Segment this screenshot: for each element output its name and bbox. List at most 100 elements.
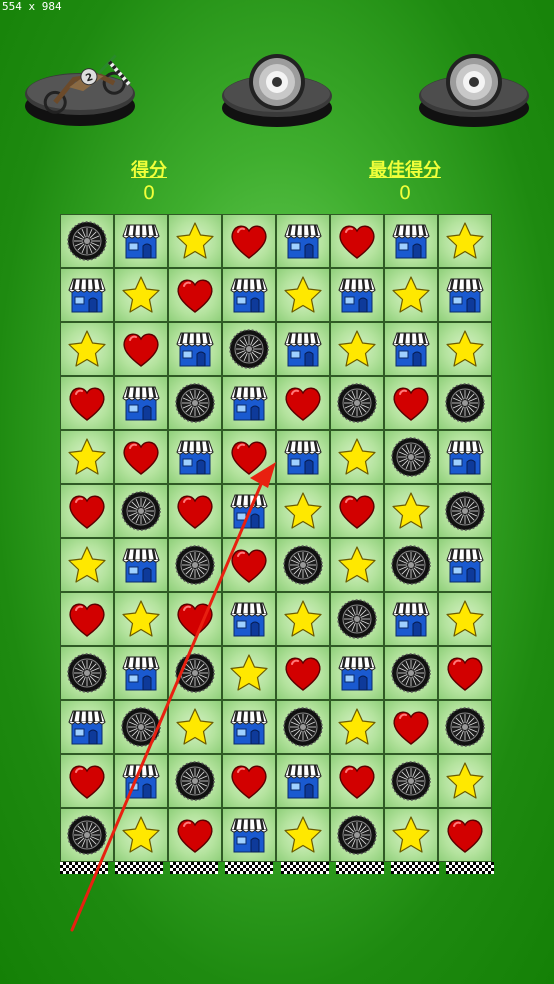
board-cell[interactable] <box>114 700 168 754</box>
board-cell[interactable] <box>276 484 330 538</box>
board-cell[interactable] <box>114 646 168 700</box>
board-cell[interactable] <box>438 484 492 538</box>
board-cell[interactable] <box>222 700 276 754</box>
board-cell[interactable] <box>168 484 222 538</box>
board-cell[interactable] <box>60 700 114 754</box>
board-cell[interactable] <box>60 538 114 592</box>
board-cell[interactable] <box>222 808 276 862</box>
board-cell[interactable] <box>384 484 438 538</box>
powerup-slot-bike[interactable]: 2 <box>24 50 136 130</box>
board-cell[interactable] <box>384 214 438 268</box>
board-cell[interactable] <box>222 646 276 700</box>
board-cell[interactable] <box>438 214 492 268</box>
board-cell[interactable] <box>222 538 276 592</box>
board-cell[interactable] <box>438 700 492 754</box>
board-cell[interactable] <box>276 430 330 484</box>
board-cell[interactable] <box>222 592 276 646</box>
board-cell[interactable] <box>330 322 384 376</box>
board-cell[interactable] <box>222 430 276 484</box>
board-cell[interactable] <box>168 214 222 268</box>
board-cell[interactable] <box>168 700 222 754</box>
board-cell[interactable] <box>384 646 438 700</box>
board-cell[interactable] <box>60 808 114 862</box>
board-cell[interactable] <box>384 376 438 430</box>
board-cell[interactable] <box>276 808 330 862</box>
board-cell[interactable] <box>222 484 276 538</box>
board-cell[interactable] <box>168 592 222 646</box>
board-cell[interactable] <box>168 430 222 484</box>
board-cell[interactable] <box>114 322 168 376</box>
board-cell[interactable] <box>114 214 168 268</box>
board-cell[interactable] <box>114 592 168 646</box>
board-cell[interactable] <box>222 268 276 322</box>
board-cell[interactable] <box>384 322 438 376</box>
board-cell[interactable] <box>330 646 384 700</box>
board-cell[interactable] <box>438 268 492 322</box>
board-cell[interactable] <box>276 376 330 430</box>
board-cell[interactable] <box>384 268 438 322</box>
board-cell[interactable] <box>222 322 276 376</box>
board-cell[interactable] <box>168 808 222 862</box>
board-cell[interactable] <box>114 484 168 538</box>
board-cell[interactable] <box>438 808 492 862</box>
board-cell[interactable] <box>114 268 168 322</box>
board-cell[interactable] <box>384 538 438 592</box>
board-cell[interactable] <box>168 322 222 376</box>
board-cell[interactable] <box>330 592 384 646</box>
board-cell[interactable] <box>114 754 168 808</box>
board-cell[interactable] <box>114 430 168 484</box>
board-cell[interactable] <box>384 430 438 484</box>
board-cell[interactable] <box>438 376 492 430</box>
board-cell[interactable] <box>114 376 168 430</box>
board-cell[interactable] <box>438 592 492 646</box>
board-cell[interactable] <box>438 754 492 808</box>
powerup-slot-empty-2[interactable] <box>418 50 530 130</box>
board-cell[interactable] <box>330 700 384 754</box>
board-cell[interactable] <box>384 754 438 808</box>
board-cell[interactable] <box>276 268 330 322</box>
board-cell[interactable] <box>168 376 222 430</box>
board-cell[interactable] <box>168 646 222 700</box>
board-cell[interactable] <box>276 754 330 808</box>
board-cell[interactable] <box>168 754 222 808</box>
board-cell[interactable] <box>330 214 384 268</box>
board-cell[interactable] <box>330 484 384 538</box>
board-cell[interactable] <box>60 646 114 700</box>
board-cell[interactable] <box>276 700 330 754</box>
board-cell[interactable] <box>60 322 114 376</box>
board-cell[interactable] <box>60 592 114 646</box>
board-cell[interactable] <box>276 538 330 592</box>
wheel-icon <box>174 544 216 586</box>
board-cell[interactable] <box>60 214 114 268</box>
board-cell[interactable] <box>438 538 492 592</box>
board-cell[interactable] <box>276 646 330 700</box>
board-cell[interactable] <box>114 808 168 862</box>
board-cell[interactable] <box>60 754 114 808</box>
board-cell[interactable] <box>60 430 114 484</box>
board-cell[interactable] <box>330 754 384 808</box>
board-cell[interactable] <box>60 268 114 322</box>
board-cell[interactable] <box>330 538 384 592</box>
board-cell[interactable] <box>330 808 384 862</box>
board-cell[interactable] <box>222 754 276 808</box>
board-cell[interactable] <box>222 214 276 268</box>
board-cell[interactable] <box>330 376 384 430</box>
board-cell[interactable] <box>330 430 384 484</box>
board-cell[interactable] <box>168 538 222 592</box>
board-cell[interactable] <box>330 268 384 322</box>
board-cell[interactable] <box>276 592 330 646</box>
board-cell[interactable] <box>438 322 492 376</box>
powerup-slot-empty-1[interactable] <box>221 50 333 130</box>
board-cell[interactable] <box>222 376 276 430</box>
board-cell[interactable] <box>114 538 168 592</box>
board-cell[interactable] <box>276 322 330 376</box>
board-cell[interactable] <box>384 808 438 862</box>
board-cell[interactable] <box>276 214 330 268</box>
board-cell[interactable] <box>384 592 438 646</box>
board-cell[interactable] <box>384 700 438 754</box>
board-cell[interactable] <box>438 430 492 484</box>
board-cell[interactable] <box>168 268 222 322</box>
board-cell[interactable] <box>60 376 114 430</box>
board-cell[interactable] <box>60 484 114 538</box>
board-cell[interactable] <box>438 646 492 700</box>
